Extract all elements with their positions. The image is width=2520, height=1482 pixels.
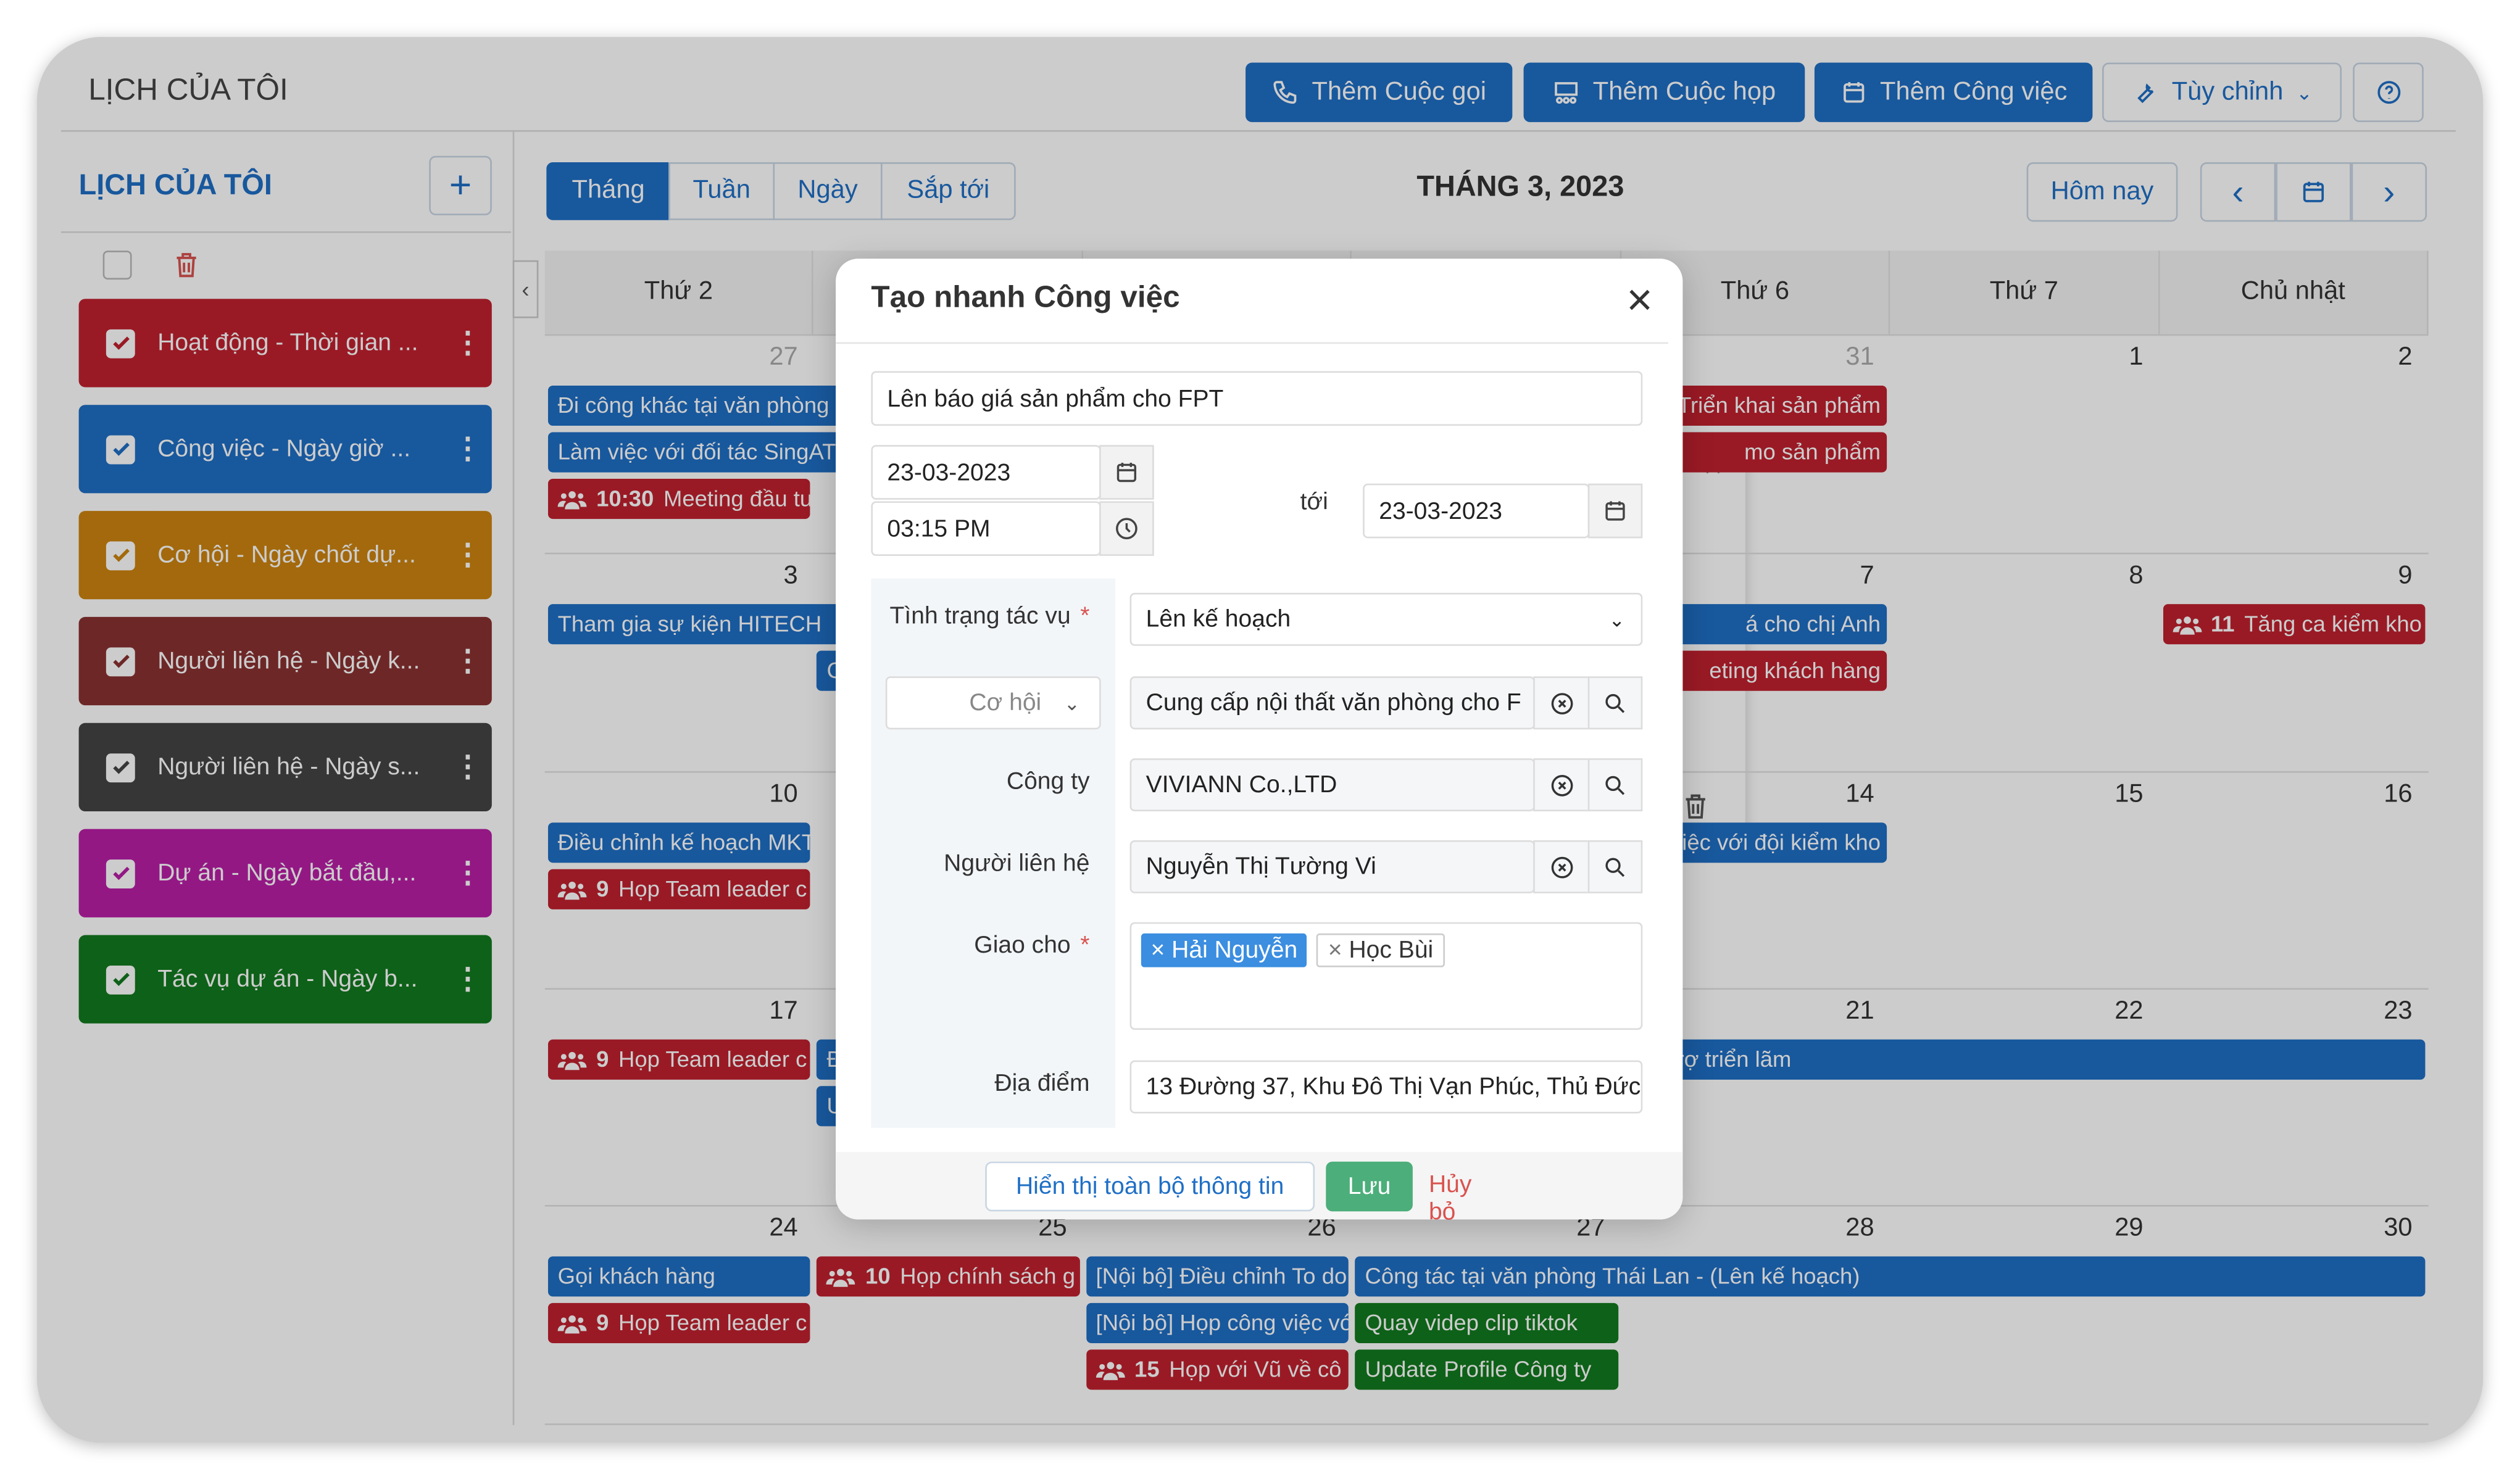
status-value: Lên kế hoạch [1146, 605, 1291, 633]
clock-icon [1116, 518, 1137, 540]
status-select[interactable]: Lên kế hoạch ⌄ [1129, 592, 1643, 646]
remove-icon[interactable]: × [1328, 937, 1342, 964]
related-type-select[interactable]: Cơ hội ⌄ [885, 676, 1101, 730]
chevron-down-icon: ⌄ [1608, 608, 1625, 631]
search-icon [1605, 857, 1625, 876]
calendar-icon [1605, 501, 1625, 521]
subject-input[interactable]: Lên báo giá sản phẩm cho FPT [871, 371, 1643, 426]
search-icon [1605, 693, 1625, 713]
save-button[interactable]: Lưu [1326, 1161, 1413, 1212]
show-all-info-button[interactable]: Hiển thị toàn bộ thông tin [985, 1161, 1315, 1212]
close-icon[interactable]: × [1626, 276, 1653, 325]
company-label: Công ty [1006, 768, 1090, 795]
search-icon [1605, 775, 1625, 795]
contact-input[interactable]: Nguyễn Thị Tường Vi [1129, 840, 1535, 893]
assign-label: Giao cho * [974, 932, 1090, 959]
time-picker-button[interactable] [1099, 501, 1154, 556]
related-type-value: Cơ hội [969, 689, 1042, 717]
clear-circle-icon [1550, 774, 1573, 796]
calendar-icon [1117, 462, 1137, 482]
assignee-multiselect[interactable]: × Hải Nguyễn × Học Bùi [1129, 922, 1643, 1030]
assignee-tag[interactable]: × Học Bùi [1316, 933, 1445, 967]
contact-label: Người liên hệ [944, 850, 1090, 877]
end-date-input[interactable]: 23-03-2023 [1363, 483, 1590, 539]
clear-button[interactable] [1533, 758, 1590, 812]
search-button[interactable] [1587, 758, 1643, 812]
clear-button[interactable] [1533, 840, 1590, 893]
location-label: Địa điểm [994, 1070, 1090, 1098]
related-record-input[interactable]: Cung cấp nội thất văn phòng cho F [1129, 676, 1535, 730]
modal-title: Tạo nhanh Công việc [871, 281, 1180, 315]
start-time-input[interactable]: 03:15 PM [871, 501, 1101, 556]
search-button[interactable] [1587, 840, 1643, 893]
start-date-picker-button[interactable] [1099, 445, 1154, 500]
chevron-down-icon: ⌄ [1063, 692, 1080, 714]
assignee-tag[interactable]: × Hải Nguyễn [1141, 933, 1307, 967]
clear-circle-icon [1550, 856, 1573, 878]
remove-icon[interactable]: × [1150, 937, 1165, 964]
clear-button[interactable] [1533, 676, 1590, 730]
search-button[interactable] [1587, 676, 1643, 730]
clear-circle-icon [1550, 692, 1573, 714]
status-label: Tình trạng tác vụ * [889, 602, 1090, 630]
assignee-name: Hải Nguyễn [1171, 937, 1298, 964]
to-label: tới [1300, 488, 1328, 516]
end-date-picker-button[interactable] [1587, 483, 1643, 539]
assignee-name: Học Bùi [1349, 937, 1434, 964]
cancel-button[interactable]: Hủy bỏ [1429, 1171, 1471, 1226]
location-input[interactable]: 13 Đường 37, Khu Đô Thị Vạn Phúc, Thủ Đứ… [1129, 1060, 1643, 1114]
modal-divider [836, 342, 1668, 344]
company-input[interactable]: VIVIANN Co.,LTD [1129, 758, 1535, 812]
start-date-input[interactable]: 23-03-2023 [871, 445, 1101, 500]
